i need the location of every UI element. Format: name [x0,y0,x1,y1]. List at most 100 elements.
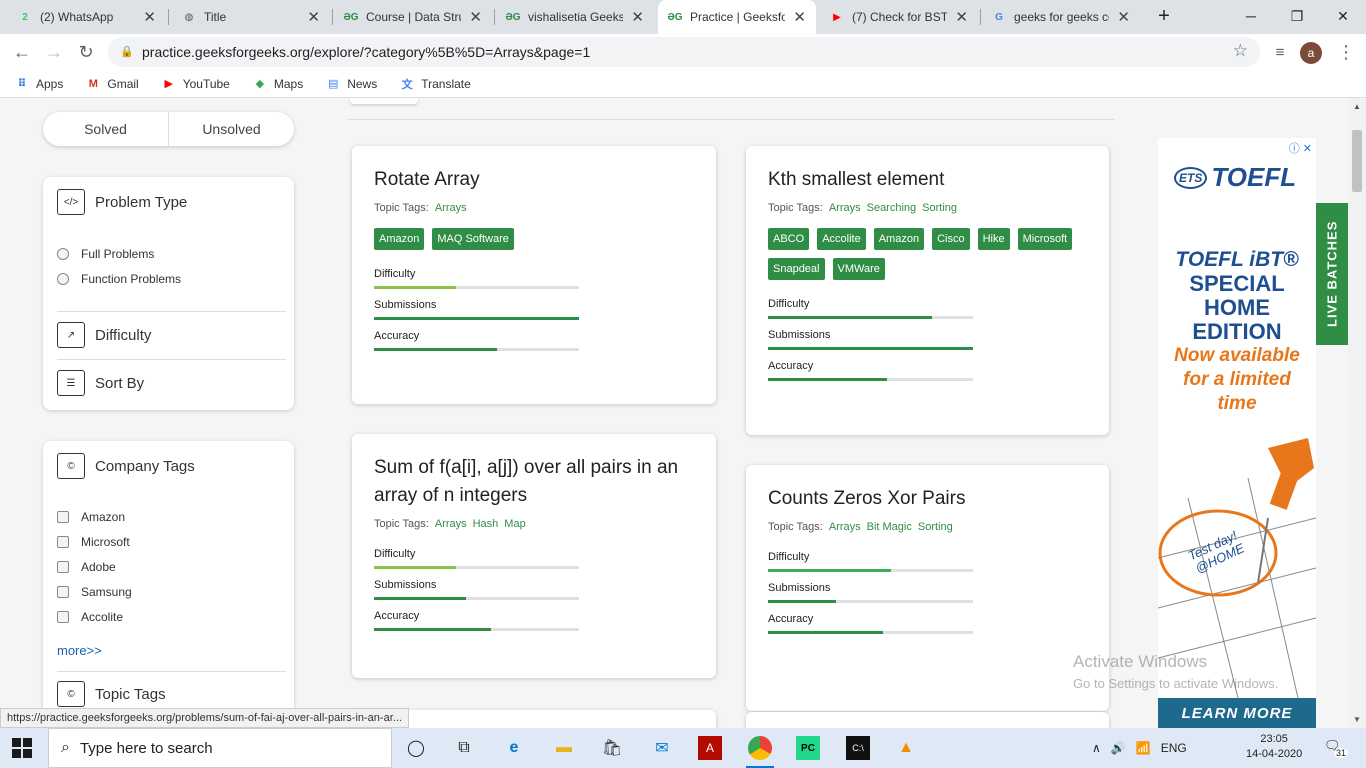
clock[interactable]: 23:05 14-04-2020 [1246,732,1302,762]
minimize-button[interactable]: ─ [1228,0,1274,32]
full-problems-option[interactable]: Full Problems [57,247,154,261]
company-badge[interactable]: VMWare [832,258,885,280]
acrobat-icon[interactable]: A [698,736,722,760]
tab-4[interactable]: ƏG vishalisetia Geeksf ✕ [496,0,654,34]
store-icon[interactable]: 🛍 [600,736,624,760]
network-icon[interactable]: 📶 [1136,741,1151,755]
new-tab-button[interactable]: + [1142,0,1186,32]
problem-title[interactable]: Kth smallest element [768,166,1087,194]
chrome-icon[interactable] [748,736,772,760]
company-option-amazon[interactable]: Amazon [57,510,125,524]
close-tab-icon[interactable]: ✕ [307,8,320,26]
scrollbar-thumb[interactable] [1352,130,1362,192]
problem-title[interactable]: Sum of f(a[i], a[j]) over all pairs in a… [374,454,694,510]
company-badge[interactable]: ABCO [768,228,810,250]
company-option-samsung[interactable]: Samsung [57,585,132,599]
topic-tag-link[interactable]: Arrays [829,521,861,533]
company-tags-header[interactable]: © Company Tags [57,453,195,479]
problem-title[interactable]: Counts Zeros Xor Pairs [768,485,1087,513]
topic-tag-link[interactable]: Sorting [918,521,953,533]
company-badge[interactable]: Snapdeal [768,258,825,280]
windows-start-icon[interactable] [12,738,32,758]
problem-title[interactable]: Rotate Array [374,166,694,194]
unsolved-button[interactable]: Unsolved [169,112,294,146]
pycharm-icon[interactable]: PC [796,736,820,760]
reading-list-icon[interactable]: ≡ [1266,38,1294,66]
solved-button[interactable]: Solved [43,112,169,146]
tab-5[interactable]: ƏG Practice | Geeksfor ✕ [658,0,816,34]
topic-tag-link[interactable]: Bit Magic [867,521,912,533]
company-option-accolite[interactable]: Accolite [57,610,123,624]
terminal-icon[interactable]: C:\ [846,736,870,760]
scroll-up-icon[interactable]: ▲ [1353,102,1361,111]
topic-tag-link[interactable]: Arrays [435,518,467,530]
topic-tag-link[interactable]: Arrays [829,202,861,214]
checkbox[interactable] [57,561,69,573]
cortana-icon[interactable]: ◯ [404,736,428,760]
bookmark-maps[interactable]: ◆ Maps [252,77,304,91]
ad-choices-icon[interactable]: ⓘ ✕ [1289,140,1312,156]
radio-full-problems[interactable] [57,248,69,260]
problem-card[interactable]: Counts Zeros Xor Pairs Topic Tags: Arrays… [746,465,1109,711]
close-tab-icon[interactable]: ✕ [631,8,644,26]
close-tab-icon[interactable]: ✕ [1117,8,1130,26]
vertical-scrollbar[interactable]: ▲ ▼ [1348,98,1366,728]
language-indicator[interactable]: ENG [1161,741,1187,755]
bookmark-translate[interactable]: 文 Translate [399,77,471,91]
forward-button[interactable]: → [40,38,68,66]
bookmark-star-icon[interactable]: ☆ [1233,41,1248,61]
topic-tag-link[interactable]: Sorting [922,202,957,214]
restore-button[interactable]: ❐ [1274,0,1320,32]
bookmark-gmail[interactable]: M Gmail [85,77,139,91]
bookmark-news[interactable]: ▤ News [325,77,377,91]
sort-by-header[interactable]: ☰ Sort By [57,370,144,396]
address-bar[interactable]: 🔒 practice.geeksforgeeks.org/explore/?ca… [108,37,1260,67]
mail-icon[interactable]: ✉ [650,736,674,760]
problem-card[interactable]: Sum of f(a[i], a[j]) over all pairs in a… [352,434,716,678]
company-option-adobe[interactable]: Adobe [57,560,116,574]
task-view-icon[interactable]: ⧉ [452,736,476,760]
toefl-advertisement[interactable]: ⓘ ✕ ETS TOEFL TOEFL iBT® SPECIAL HOME ED… [1158,138,1316,728]
radio-function-problems[interactable] [57,273,69,285]
company-option-microsoft[interactable]: Microsoft [57,535,130,549]
tab-1[interactable]: 2 (2) WhatsApp ✕ [8,0,166,34]
file-explorer-icon[interactable]: ▬ [552,736,576,760]
edge-browser-icon[interactable]: e [502,736,526,760]
taskbar-search-box[interactable]: ⌕ Type here to search [48,728,392,768]
tab-7[interactable]: G geeks for geeks co ✕ [982,0,1140,34]
url-text[interactable]: practice.geeksforgeeks.org/explore/?cate… [142,44,590,60]
live-batches-tab[interactable]: LIVE BATCHES [1316,203,1348,345]
company-badge[interactable]: Accolite [817,228,866,250]
bookmark-youtube[interactable]: ▶ YouTube [161,77,229,91]
company-badge[interactable]: Hike [977,228,1010,250]
tab-2[interactable]: ◍ Title ✕ [172,0,330,34]
close-tab-icon[interactable]: ✕ [955,8,968,26]
tab-3[interactable]: ƏG Course | Data Struc ✕ [334,0,492,34]
close-tab-icon[interactable]: ✕ [143,8,156,26]
bookmark-apps[interactable]: ⠿ Apps [14,77,64,91]
topic-tag-link[interactable]: Arrays [435,202,467,214]
checkbox[interactable] [57,586,69,598]
function-problems-option[interactable]: Function Problems [57,272,181,286]
topic-tag-link[interactable]: Hash [473,518,499,530]
close-tab-icon[interactable]: ✕ [469,8,482,26]
reload-button[interactable]: ↻ [72,38,100,66]
problem-card-partial[interactable] [746,712,1109,728]
company-badge[interactable]: Amazon [374,228,425,250]
checkbox[interactable] [57,511,69,523]
learn-more-button[interactable]: LEARN MORE [1158,698,1316,728]
close-tab-icon[interactable]: ✕ [793,8,806,26]
scroll-down-icon[interactable]: ▼ [1353,715,1361,724]
company-badge[interactable]: MAQ Software [432,228,514,250]
tray-chevron-icon[interactable]: ∧ [1092,741,1101,755]
volume-icon[interactable]: 🔊 [1111,741,1126,755]
checkbox[interactable] [57,536,69,548]
topic-tags-header[interactable]: © Topic Tags [57,681,166,707]
checkbox[interactable] [57,611,69,623]
company-badge[interactable]: Microsoft [1017,228,1073,250]
vlc-icon[interactable]: ▲ [894,736,918,760]
topic-tag-link[interactable]: Searching [867,202,917,214]
profile-avatar[interactable]: a [1300,42,1322,64]
more-companies-link[interactable]: more>> [57,643,102,658]
company-badge[interactable]: Amazon [873,228,925,250]
